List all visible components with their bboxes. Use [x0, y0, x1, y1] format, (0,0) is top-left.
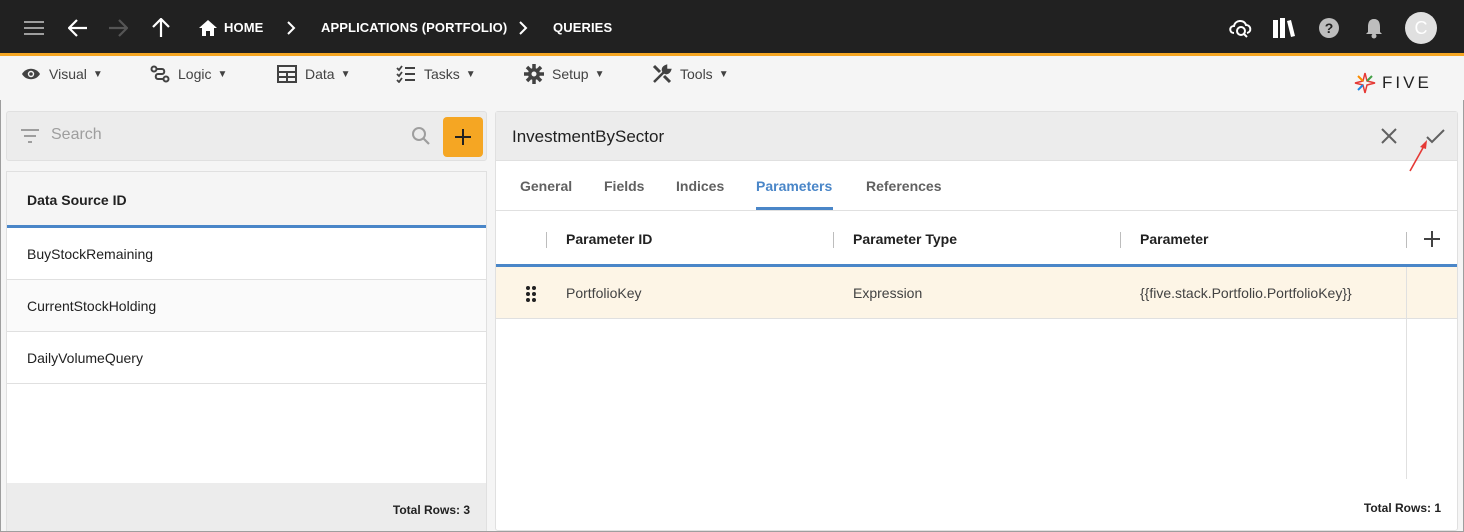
cell-parameter: {{five.stack.Portfolio.PortfolioKey}}: [1140, 285, 1352, 301]
user-avatar[interactable]: C: [1405, 12, 1437, 44]
query-detail-panel: InvestmentBySector General Fields Indice…: [495, 111, 1458, 531]
five-logo: FIVE: [1354, 72, 1432, 94]
caret-down-icon: ▼: [217, 68, 228, 80]
menu-data-label: Data: [305, 66, 335, 82]
eye-icon: [21, 67, 41, 81]
logic-icon: [150, 65, 170, 83]
menu-visual-label: Visual: [49, 66, 87, 82]
total-rows: Total Rows: 3: [392, 503, 470, 517]
column-separator[interactable]: [833, 232, 834, 248]
back-arrow-icon[interactable]: [65, 15, 91, 41]
tab-fields[interactable]: Fields: [604, 178, 644, 194]
filter-icon[interactable]: [21, 129, 39, 148]
column-header-parameter-type[interactable]: Parameter Type: [853, 231, 957, 247]
tools-icon: [652, 64, 672, 84]
annotation-arrow-icon: [1409, 140, 1427, 172]
caret-down-icon: ▼: [594, 68, 605, 80]
chevron-right-icon: [278, 15, 304, 41]
tab-parameters[interactable]: Parameters: [756, 178, 832, 194]
list-column-header[interactable]: Data Source ID: [7, 172, 486, 228]
menu-tools-label: Tools: [680, 66, 713, 82]
menu-setup[interactable]: Setup ▼: [524, 64, 605, 84]
breadcrumb-queries[interactable]: QUERIES: [553, 20, 612, 35]
tab-references[interactable]: References: [866, 178, 942, 194]
top-bar: HOME APPLICATIONS (PORTFOLIO) QUERIES ? …: [0, 0, 1464, 56]
column-separator[interactable]: [546, 232, 547, 248]
list-item-label: DailyVolumeQuery: [27, 350, 143, 366]
menu-tools[interactable]: Tools ▼: [652, 64, 729, 84]
menu-tasks[interactable]: Tasks ▼: [396, 64, 476, 84]
menu-logic[interactable]: Logic ▼: [150, 64, 227, 84]
list-item[interactable]: CurrentStockHolding: [7, 280, 486, 332]
caret-down-icon: ▼: [340, 68, 351, 80]
menu-tasks-label: Tasks: [424, 66, 460, 82]
close-icon[interactable]: [1378, 125, 1400, 152]
query-list-panel: Data Source ID BuyStockRemaining Current…: [6, 111, 487, 531]
plus-icon: [455, 129, 471, 145]
chevron-right-icon: [510, 15, 536, 41]
column-header-parameter[interactable]: Parameter: [1140, 231, 1209, 247]
home-icon[interactable]: [195, 15, 221, 41]
parameters-grid-header: Parameter ID Parameter Type Parameter: [496, 212, 1457, 267]
up-arrow-icon[interactable]: [148, 15, 174, 41]
caret-down-icon: ▼: [92, 68, 103, 80]
detail-title: InvestmentBySector: [512, 127, 665, 146]
five-logo-mark-icon: [1354, 72, 1376, 94]
table-icon: [277, 65, 297, 83]
add-parameter-icon[interactable]: [1423, 230, 1441, 253]
menu-setup-label: Setup: [552, 66, 589, 82]
table-row[interactable]: PortfolioKey Expression {{five.stack.Por…: [496, 267, 1457, 319]
menu-logic-label: Logic: [178, 66, 212, 82]
list-item-label: BuyStockRemaining: [27, 246, 154, 262]
gear-icon: [524, 64, 544, 84]
tab-indices[interactable]: Indices: [676, 178, 724, 194]
caret-down-icon: ▼: [718, 68, 729, 80]
svg-text:?: ?: [1325, 20, 1334, 36]
library-icon[interactable]: [1271, 15, 1297, 41]
breadcrumb-home[interactable]: HOME: [224, 20, 263, 35]
active-tab-indicator: [756, 207, 833, 210]
column-separator: [1406, 232, 1407, 248]
list-footer: Total Rows: 3: [7, 483, 486, 531]
list-item[interactable]: BuyStockRemaining: [7, 228, 486, 280]
list-item-label: CurrentStockHolding: [27, 298, 157, 314]
bell-icon[interactable]: [1361, 15, 1387, 41]
checklist-icon: [396, 65, 416, 83]
column-header-data-source-id: Data Source ID: [27, 192, 127, 208]
menu-visual[interactable]: Visual ▼: [21, 64, 103, 84]
detail-header: InvestmentBySector: [496, 112, 1457, 161]
column-separator[interactable]: [1120, 232, 1121, 248]
drag-handle-icon[interactable]: [525, 285, 537, 308]
search-input[interactable]: [51, 126, 391, 144]
breadcrumb-applications[interactable]: APPLICATIONS (PORTFOLIO): [321, 20, 507, 35]
menu-bar: Visual ▼ Logic ▼ Data ▼ Tasks ▼ Setup ▼ …: [0, 56, 1464, 100]
column-divider: [1406, 267, 1407, 479]
hamburger-menu-icon[interactable]: [21, 15, 47, 41]
add-query-button[interactable]: [443, 117, 483, 157]
tab-general[interactable]: General: [520, 178, 572, 194]
detail-tabs: General Fields Indices Parameters Refere…: [496, 162, 1457, 211]
search-icon[interactable]: [411, 126, 431, 151]
caret-down-icon: ▼: [465, 68, 476, 80]
help-icon[interactable]: ?: [1316, 15, 1342, 41]
five-logo-text: FIVE: [1382, 73, 1432, 92]
total-rows: Total Rows: 1: [1363, 501, 1441, 515]
list-item[interactable]: DailyVolumeQuery: [7, 332, 486, 384]
cell-parameter-type: Expression: [853, 285, 923, 301]
cloud-search-icon[interactable]: [1228, 15, 1254, 41]
query-list: Data Source ID BuyStockRemaining Current…: [6, 171, 487, 531]
forward-arrow-icon[interactable]: [105, 15, 131, 41]
search-bar: [6, 111, 487, 161]
cell-parameter-id: PortfolioKey: [566, 285, 642, 301]
menu-data[interactable]: Data ▼: [277, 64, 350, 84]
column-header-parameter-id[interactable]: Parameter ID: [566, 231, 652, 247]
